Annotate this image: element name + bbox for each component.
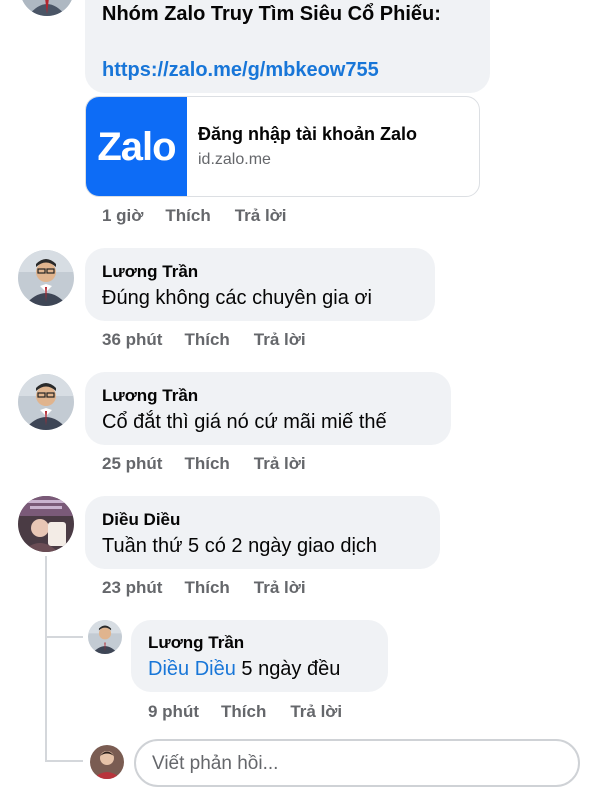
thread-connector [45, 636, 83, 638]
comment-time[interactable]: 36 phút [102, 330, 162, 350]
reply-time[interactable]: 9 phút [148, 702, 199, 722]
person-avatar-icon [88, 620, 122, 654]
comment-text: Tuần thứ 5 có 2 ngày giao dịch [102, 535, 378, 557]
reply-text: Diều Diều 5 ngày đều [148, 658, 340, 681]
reply-bubble [131, 620, 388, 692]
person-avatar-icon [18, 374, 74, 430]
reply-button[interactable]: Trả lời [254, 578, 306, 598]
thread-line [45, 556, 47, 761]
preview-title: Đăng nhập tài khoản Zalo [198, 124, 418, 144]
like-button[interactable]: Thích [221, 702, 266, 722]
link-preview-card[interactable]: Zalo Đăng nhập tài khoản Zalo id.zalo.me [85, 96, 480, 197]
comment-time[interactable]: 23 phút [102, 578, 162, 598]
comment-bubble [85, 372, 451, 445]
like-button[interactable]: Thích [184, 454, 229, 474]
comment-actions: 36 phút Thích Trả lời [102, 330, 306, 350]
comment-time[interactable]: 25 phút [102, 454, 162, 474]
comment-actions: 25 phút Thích Trả lời [102, 454, 306, 474]
like-button[interactable]: Thích [184, 578, 229, 598]
comment-time[interactable]: 1 giờ [102, 206, 143, 226]
avatar[interactable] [18, 374, 74, 430]
comment-author[interactable]: Diều Diều [102, 510, 180, 530]
avatar[interactable] [18, 250, 74, 306]
comment-link[interactable]: https://zalo.me/g/mbkeow755 [102, 59, 379, 82]
reply-author[interactable]: Lương Trần [148, 633, 244, 653]
preview-domain: id.zalo.me [198, 151, 271, 168]
mention-link[interactable]: Diều Diều [148, 658, 236, 680]
comment-bubble [85, 496, 440, 569]
person-avatar-icon [20, 0, 74, 16]
reply-button[interactable]: Trả lời [290, 702, 342, 722]
comment-actions: 23 phút Thích Trả lời [102, 578, 306, 598]
comment-text: Nhóm Zalo Truy Tìm Siêu Cổ Phiếu: [102, 3, 441, 25]
person-avatar-icon [18, 496, 74, 552]
person-avatar-icon [18, 250, 74, 306]
comment-author[interactable]: Lương Trần [102, 386, 198, 406]
comment-bubble [85, 248, 435, 321]
reply-button[interactable]: Trả lời [235, 206, 287, 226]
reply-text-body: 5 ngày đều [235, 658, 341, 680]
comment-text: Cổ đắt thì giá nó cứ mãi miế thế [102, 411, 387, 433]
reply-button[interactable]: Trả lời [254, 330, 306, 350]
avatar[interactable] [88, 620, 122, 654]
comment-author[interactable]: Lương Trần [102, 262, 198, 282]
like-button[interactable]: Thích [165, 206, 210, 226]
reply-input[interactable]: Viết phản hồi... [134, 739, 580, 787]
like-button[interactable]: Thích [184, 330, 229, 350]
comment-actions: 1 giờ Thích Trả lời [102, 206, 287, 226]
comment-text: Đúng không các chuyên gia ơi [102, 287, 372, 309]
comment-thread: Nhóm Zalo Truy Tìm Siêu Cổ Phiếu: https:… [0, 0, 600, 800]
avatar[interactable] [20, 0, 74, 16]
zalo-logo-icon: Zalo [86, 97, 187, 196]
person-avatar-icon [90, 745, 124, 779]
avatar[interactable] [18, 496, 74, 552]
current-user-avatar [90, 745, 124, 779]
thread-connector [45, 760, 83, 762]
reply-button[interactable]: Trả lời [254, 454, 306, 474]
reply-actions: 9 phút Thích Trả lời [148, 702, 342, 722]
